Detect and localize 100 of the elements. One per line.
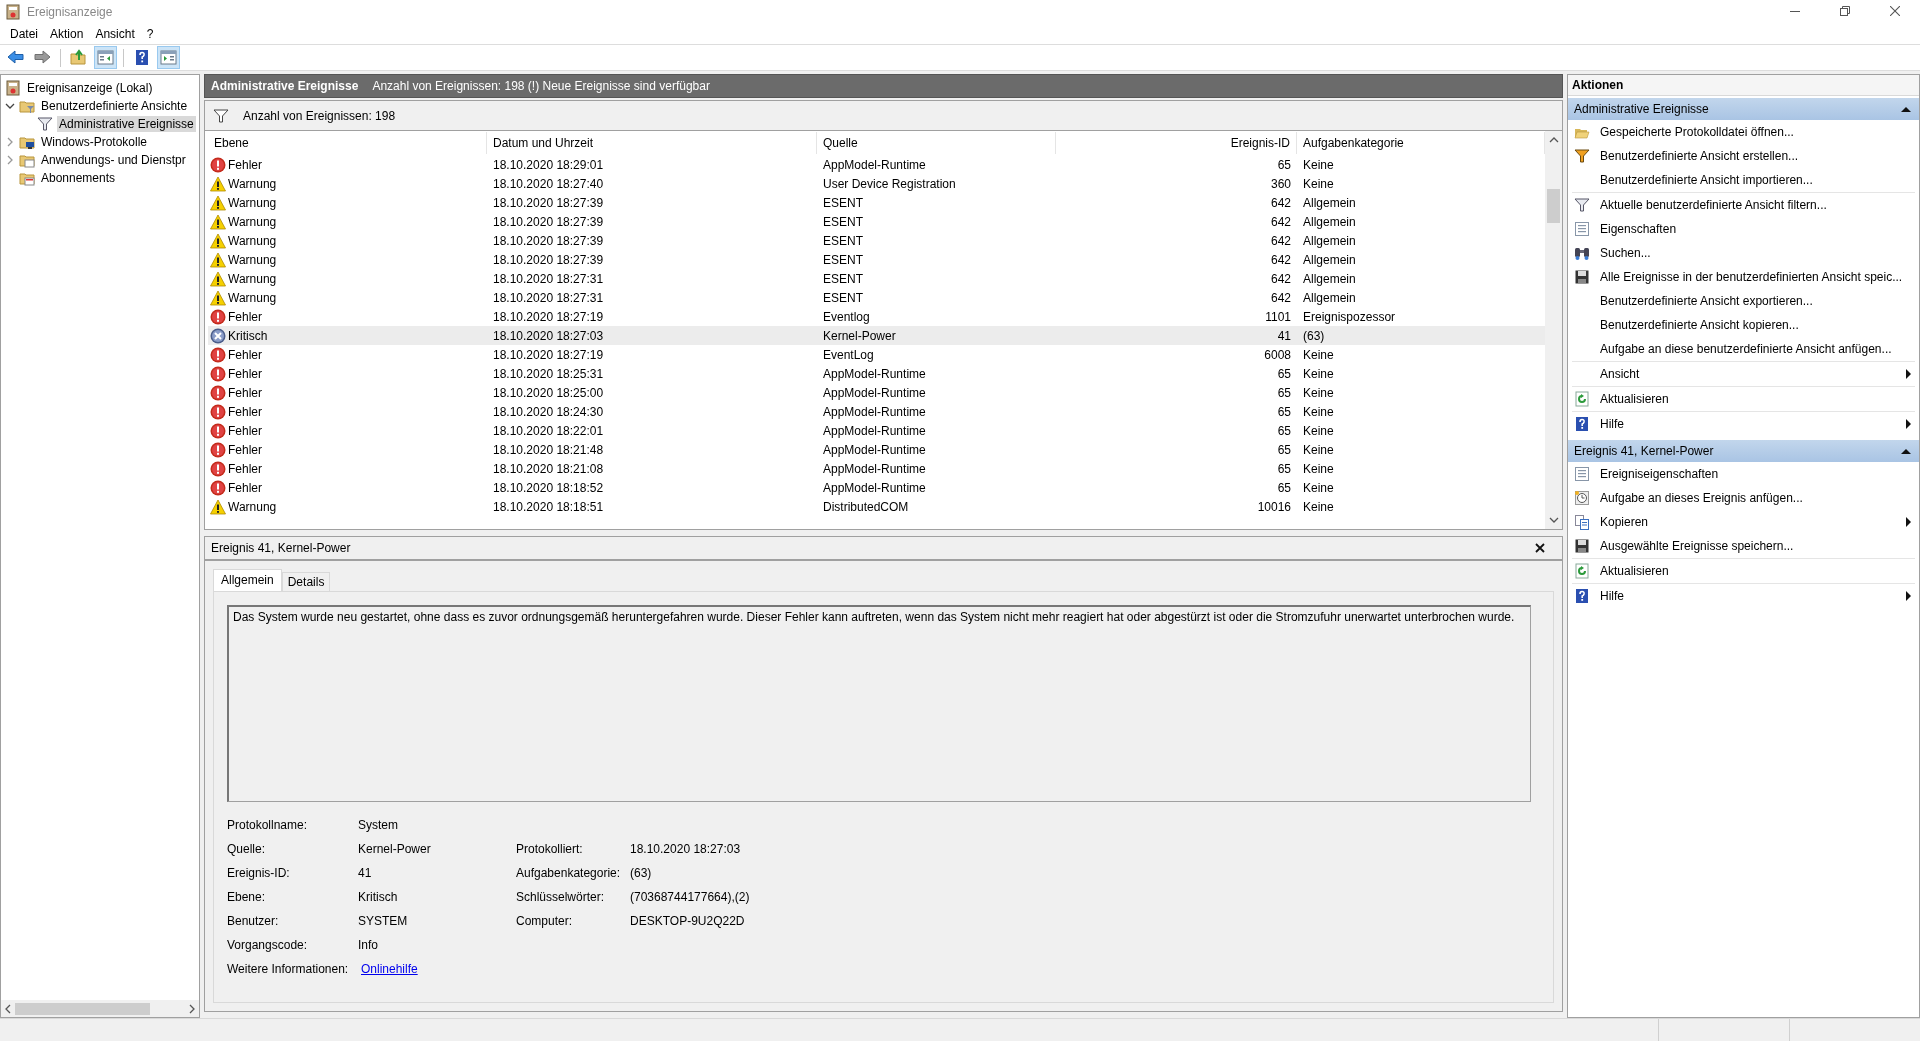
action-item[interactable]: Hilfe (1572, 584, 1915, 608)
table-cell-text: Keine (1302, 347, 1335, 362)
table-cell: Warnung (228, 176, 277, 191)
table-row[interactable]: Fehler 18.10.2020 18:22:01 AppModel-Runtime 65 Keine (208, 421, 1545, 440)
table-cell-text: Keine (1302, 157, 1335, 172)
table-cell: Warnung (228, 195, 277, 210)
table-row[interactable]: Fehler 18.10.2020 18:27:19 Eventlog 1101 Ereignispozessor (208, 307, 1545, 326)
table-row[interactable]: Fehler 18.10.2020 18:25:31 AppModel-Runtime 65 Keine (208, 364, 1545, 383)
action-item[interactable]: Ausgewählte Ereignisse speichern... (1572, 534, 1915, 558)
action-label: Benutzerdefinierte Ansicht exportieren... (1600, 294, 1813, 308)
scrollbar-thumb[interactable] (15, 1002, 150, 1015)
action-label: Kopieren (1600, 515, 1649, 529)
table-row[interactable]: Fehler 18.10.2020 18:25:00 AppModel-Runtime 65 Keine (208, 383, 1545, 402)
table-row[interactable]: Warnung 18.10.2020 18:27:39 ESENT 642 Allgemein (208, 212, 1545, 231)
action-item[interactable]: Aufgabe an dieses Ereignis anfügen... (1572, 486, 1915, 510)
tree-item[interactable]: Windows-Protokolle (1, 133, 197, 151)
menu-item[interactable]: Datei (6, 24, 46, 43)
help-icon (1574, 588, 1590, 604)
table-row[interactable]: Warnung 18.10.2020 18:18:51 DistributedCOM 10016 Keine (208, 497, 1545, 516)
help-icon (1574, 416, 1590, 432)
table-row[interactable]: Fehler 18.10.2020 18:18:52 AppModel-Runtime 65 Keine (208, 478, 1545, 497)
action-item[interactable]: Suchen... (1572, 241, 1915, 265)
tab[interactable]: Allgemein (213, 569, 282, 591)
table-cell-text: (63) (1302, 328, 1326, 343)
horizontal-scrollbar[interactable] (1, 1000, 199, 1017)
pane-icon[interactable] (157, 46, 180, 69)
funnel-icon (213, 108, 229, 123)
scroll-right-icon[interactable] (189, 1003, 195, 1014)
table-cell: Warnung (228, 499, 277, 514)
table-cell-text: ESENT (822, 214, 864, 229)
tab[interactable]: Details (281, 572, 331, 591)
table-row[interactable]: Warnung 18.10.2020 18:27:39 ESENT 642 Allgemein (208, 250, 1545, 269)
table-row[interactable]: Warnung 18.10.2020 18:27:31 ESENT 642 Allgemein (208, 288, 1545, 307)
property-value: (70368744177664),(2) (630, 890, 750, 904)
action-item[interactable]: Gespeicherte Protokolldatei öffnen... (1572, 120, 1915, 144)
action-item[interactable]: Benutzerdefinierte Ansicht kopieren... (1572, 313, 1915, 337)
collapse-caret-icon[interactable] (1901, 446, 1911, 456)
vertical-scrollbar[interactable] (1545, 131, 1562, 529)
table-row[interactable]: Fehler 18.10.2020 18:21:48 AppModel-Runtime 65 Keine (208, 440, 1545, 459)
table-cell-text: Allgemein (1302, 233, 1357, 248)
table-cell-text: 65 (1276, 442, 1292, 457)
table-cell: Fehler (228, 309, 262, 324)
table-row[interactable]: Fehler 18.10.2020 18:29:01 AppModel-Runtime 65 Keine (208, 155, 1545, 174)
collapse-chevron-icon[interactable] (5, 101, 15, 111)
column-header[interactable]: Ebene (208, 132, 487, 154)
table-cell-text: 6008 (1263, 347, 1292, 362)
table-cell: Warnung (228, 290, 277, 305)
table-cell-text: 642 (1269, 252, 1292, 267)
table-cell-text: 18.10.2020 18:29:01 (492, 157, 605, 172)
action-item[interactable]: Eigenschaften (1572, 217, 1915, 241)
expand-chevron-icon[interactable] (5, 155, 15, 165)
table-cell-text: ESENT (822, 233, 864, 248)
table-row[interactable]: Warnung 18.10.2020 18:27:39 ESENT 642 Allgemein (208, 231, 1545, 250)
scroll-up-icon[interactable] (1548, 136, 1559, 144)
menu-item[interactable]: Aktion (46, 24, 92, 43)
action-item[interactable]: Aktualisieren (1572, 559, 1915, 583)
expand-chevron-icon[interactable] (5, 137, 15, 147)
table-row[interactable]: Warnung 18.10.2020 18:27:31 ESENT 642 Allgemein (208, 269, 1545, 288)
action-item[interactable]: Benutzerdefinierte Ansicht importieren... (1572, 168, 1915, 192)
table-row[interactable]: Fehler 18.10.2020 18:24:30 AppModel-Runtime 65 Keine (208, 402, 1545, 421)
action-item[interactable]: Benutzerdefinierte Ansicht erstellen... (1572, 144, 1915, 168)
action-item[interactable]: Ereigniseigenschaften (1572, 462, 1915, 486)
table-cell-text: Keine (1302, 385, 1335, 400)
scrollbar-thumb[interactable] (1547, 189, 1560, 223)
tree-item[interactable]: Anwendungs- und Dienstpr (1, 151, 197, 169)
column-header[interactable]: Ereignis-ID (1056, 132, 1297, 154)
action-item[interactable]: Aktuelle benutzerdefinierte Ansicht filtern... (1572, 193, 1915, 217)
action-item[interactable]: Aufgabe an diese benutzerdefinierte Ansicht anfügen... (1572, 337, 1915, 361)
column-header[interactable]: Datum und Uhrzeit (487, 132, 817, 154)
table-cell: Fehler (228, 423, 262, 438)
tree-item[interactable]: Benutzerdefinierte Ansichte (1, 97, 197, 115)
table-cell-text: 65 (1276, 404, 1292, 419)
table-cell: Fehler (228, 366, 262, 381)
scroll-down-icon[interactable] (1548, 516, 1559, 524)
tree-item[interactable]: Administrative Ereignisse (1, 115, 197, 133)
property-value: Info (358, 938, 379, 952)
section-header[interactable]: Administrative Ereignisse (1568, 98, 1919, 120)
action-item[interactable]: Ansicht (1572, 362, 1915, 386)
column-header[interactable]: Quelle (817, 132, 1056, 154)
action-item[interactable]: Benutzerdefinierte Ansicht exportieren... (1572, 289, 1915, 313)
pane-icon[interactable] (94, 46, 117, 69)
table-row[interactable]: Warnung 18.10.2020 18:27:39 ESENT 642 Allgemein (208, 193, 1545, 212)
table-row[interactable]: Fehler 18.10.2020 18:21:08 AppModel-Runtime 65 Keine (208, 459, 1545, 478)
table-row[interactable]: Kritisch 18.10.2020 18:27:03 Kernel-Power 41 (63) (208, 326, 1545, 345)
menu-item[interactable]: Ansicht (91, 24, 143, 43)
table-cell-text: AppModel-Runtime (822, 366, 927, 381)
table-row[interactable]: Fehler 18.10.2020 18:27:19 EventLog 6008 Keine (208, 345, 1545, 364)
action-item[interactable]: Kopieren (1572, 510, 1915, 534)
action-item[interactable]: Alle Ereignisse in der benutzerdefinierten Ansicht speic... (1572, 265, 1915, 289)
table-row[interactable]: Warnung 18.10.2020 18:27:40 User Device Registration 360 Keine (208, 174, 1545, 193)
section-header[interactable]: Ereignis 41, Kernel-Power (1568, 440, 1919, 462)
action-item[interactable]: Hilfe (1572, 412, 1915, 436)
tree-item[interactable]: Ereignisanzeige (Lokal) (1, 79, 197, 97)
action-label: Aktualisieren (1600, 392, 1669, 406)
action-item[interactable]: Aktualisieren (1572, 387, 1915, 411)
scroll-left-icon[interactable] (5, 1003, 11, 1014)
tree-item[interactable]: Abonnements (1, 169, 197, 187)
help-link[interactable]: Onlinehilfe (358, 962, 516, 976)
menu-item[interactable]: ? (142, 24, 162, 43)
collapse-caret-icon[interactable] (1901, 104, 1911, 114)
